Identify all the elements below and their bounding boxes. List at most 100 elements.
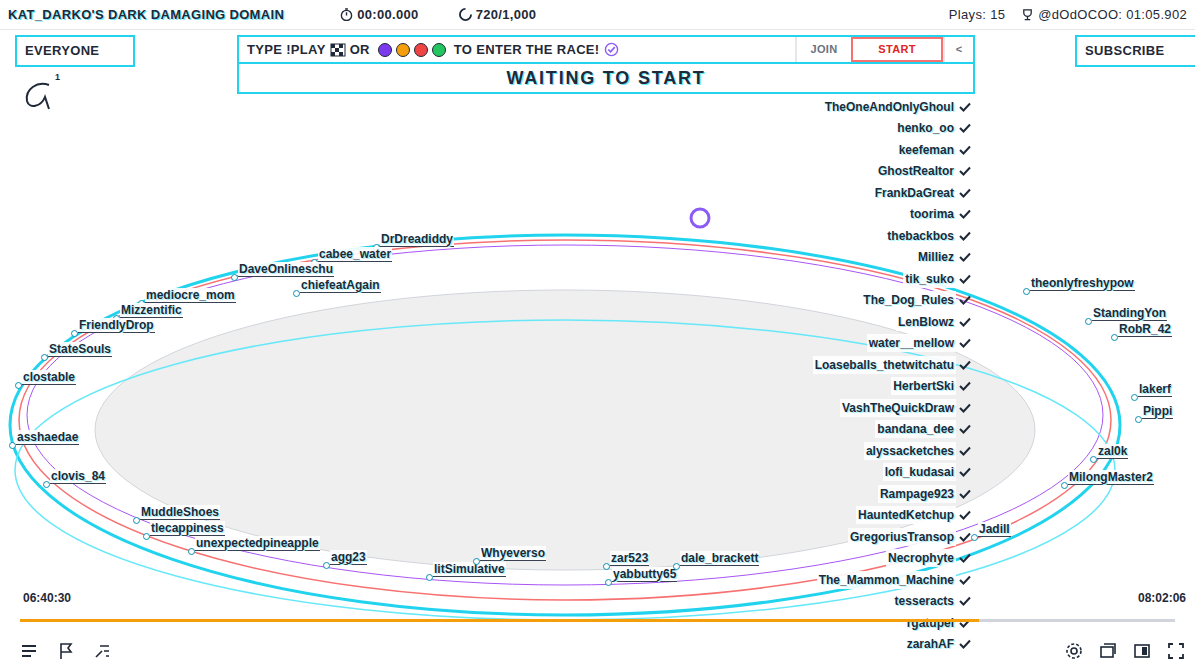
- marble-name: dale_brackett: [680, 551, 759, 566]
- marble-dot-icon: [231, 274, 238, 281]
- race-status: WAITING TO START: [237, 64, 975, 94]
- marble-name: RobR_42: [1118, 322, 1172, 337]
- roster-row: Milliez: [916, 247, 971, 269]
- roster-name: water__mellow: [867, 334, 956, 352]
- checkmark-icon: [959, 424, 971, 434]
- marble-name: DrDreadiddy: [380, 232, 454, 247]
- marble-name: Pippi: [1142, 404, 1173, 419]
- playlist-icon[interactable]: [20, 642, 38, 660]
- roster-name: tik_suko: [903, 270, 956, 288]
- everyone-tab[interactable]: EVERYONE: [15, 35, 135, 67]
- marker-number: 1: [55, 71, 60, 85]
- current-time: 06:40:30: [22, 589, 72, 607]
- checkmark-icon: [959, 166, 971, 176]
- total-time: 08:02:06: [1137, 589, 1187, 607]
- gear-icon[interactable]: [1065, 642, 1083, 660]
- prompt-start: TYPE !PLAY: [247, 40, 326, 60]
- marble-dot-icon: [1131, 394, 1138, 401]
- marble-marker: 1: [15, 71, 65, 111]
- marble-dot-icon: [188, 548, 195, 555]
- marble-label: StateSouls: [48, 342, 112, 357]
- check-circle-icon: [604, 42, 619, 57]
- miniplayer-icon[interactable]: [1099, 642, 1117, 660]
- join-button[interactable]: JOIN: [795, 37, 851, 62]
- checkmark-icon: [959, 317, 971, 327]
- count-value: 720/1,000: [476, 5, 537, 25]
- checkmark-icon: [959, 145, 971, 155]
- race-track: [0, 0, 1195, 672]
- join-prompt: TYPE !PLAYORTO ENTER THE RACE!JOINSTART<: [237, 35, 975, 64]
- marble-label: agg23: [330, 550, 367, 565]
- stopwatch-icon: [340, 8, 353, 21]
- marble-name: Whyeverso: [480, 546, 546, 561]
- roster-row: LenBlowz: [896, 311, 971, 333]
- marble-label: clostable: [22, 370, 76, 385]
- record-time: @dOdOCOO: 01:05.902: [1021, 5, 1187, 25]
- checkmark-icon: [959, 360, 971, 370]
- marble-label: unexpectedpineapple: [195, 536, 320, 551]
- checkmark-icon: [959, 274, 971, 284]
- roster-row: Necrophyte: [886, 548, 971, 570]
- marble-dot-icon: [9, 442, 16, 449]
- marble-label: StandingYon: [1092, 306, 1167, 321]
- roster-row: keefeman: [897, 139, 971, 161]
- roster-name: TheOneAndOnlyGhoul: [823, 98, 956, 116]
- marble-name: mediocre_mom: [145, 288, 236, 303]
- marble-name: yabbutty65: [612, 567, 677, 582]
- marble-name: Jadill: [978, 522, 1011, 537]
- marble-label: MilongMaster2: [1068, 470, 1154, 485]
- marble-icon: [459, 8, 472, 21]
- marble-logo-icon: [19, 79, 55, 111]
- marble-label: RobR_42: [1118, 322, 1172, 337]
- marble-name: asshaedae: [16, 430, 79, 445]
- marble-dot-icon: [71, 330, 78, 337]
- roster-row: bandana_dee: [875, 419, 971, 441]
- roster-name: alyssacketches: [864, 442, 956, 460]
- race-timer: 00:00.000: [340, 5, 418, 25]
- marble-dot-icon: [323, 562, 330, 569]
- emote-icon: [432, 43, 446, 57]
- progress-fill: [20, 619, 979, 622]
- subscriber-tab[interactable]: SUBSCRIBE: [1075, 35, 1195, 67]
- record-value: @dOdOCOO: 01:05.902: [1038, 5, 1187, 25]
- marble-label: DrDreadiddy: [380, 232, 454, 247]
- right-controls: [1065, 642, 1185, 660]
- checkmark-icon: [959, 209, 971, 219]
- clip-icon[interactable]: [94, 642, 112, 660]
- progress-track[interactable]: [20, 619, 1175, 622]
- marble-name: litSimulative: [433, 562, 506, 577]
- emote-row: [378, 43, 446, 57]
- marble-name: cabee_water: [318, 247, 392, 262]
- player-roster: TheOneAndOnlyGhoulhenko_ookeefemanGhostR…: [813, 96, 971, 655]
- header-left: KAT_DARKO'S DARK DAMAGING DOMAIN 00:00.00…: [8, 5, 536, 25]
- roster-row: Rampage923: [878, 483, 971, 505]
- marble-name: Mizzentific: [120, 303, 183, 318]
- roster-row: thebackbos: [885, 225, 971, 247]
- emote-icon: [414, 43, 428, 57]
- checkmark-icon: [959, 489, 971, 499]
- roster-row: The_Mammon_Machine: [817, 569, 971, 591]
- roster-name: Rampage923: [878, 485, 956, 503]
- marble-name: StateSouls: [48, 342, 112, 357]
- checkmark-icon: [959, 532, 971, 542]
- checkmark-icon: [959, 188, 971, 198]
- left-column: EVERYONE 1: [15, 35, 135, 111]
- marble-label: DaveOnlineschu: [238, 262, 334, 277]
- roster-name: zarahAF: [905, 635, 956, 653]
- roster-name: thebackbos: [885, 227, 956, 245]
- roster-name: Loaseballs_thetwitchatu: [813, 356, 956, 374]
- theater-icon[interactable]: [1133, 642, 1151, 660]
- roster-row: tesseracts: [893, 591, 971, 613]
- stream-title: KAT_DARKO'S DARK DAMAGING DOMAIN: [8, 5, 284, 25]
- race-buttons: JOINSTART<: [795, 37, 973, 62]
- start-button[interactable]: START: [851, 37, 943, 62]
- marble-dot-icon: [1111, 334, 1118, 341]
- roster-row: Loaseballs_thetwitchatu: [813, 354, 971, 376]
- checkmark-icon: [959, 123, 971, 133]
- collapse-button[interactable]: <: [943, 37, 973, 62]
- flag-icon[interactable]: [58, 642, 74, 660]
- roster-name: rgatupel: [905, 614, 956, 632]
- fullscreen-icon[interactable]: [1167, 642, 1185, 660]
- roster-name: toorima: [908, 205, 956, 223]
- checkmark-icon: [959, 403, 971, 413]
